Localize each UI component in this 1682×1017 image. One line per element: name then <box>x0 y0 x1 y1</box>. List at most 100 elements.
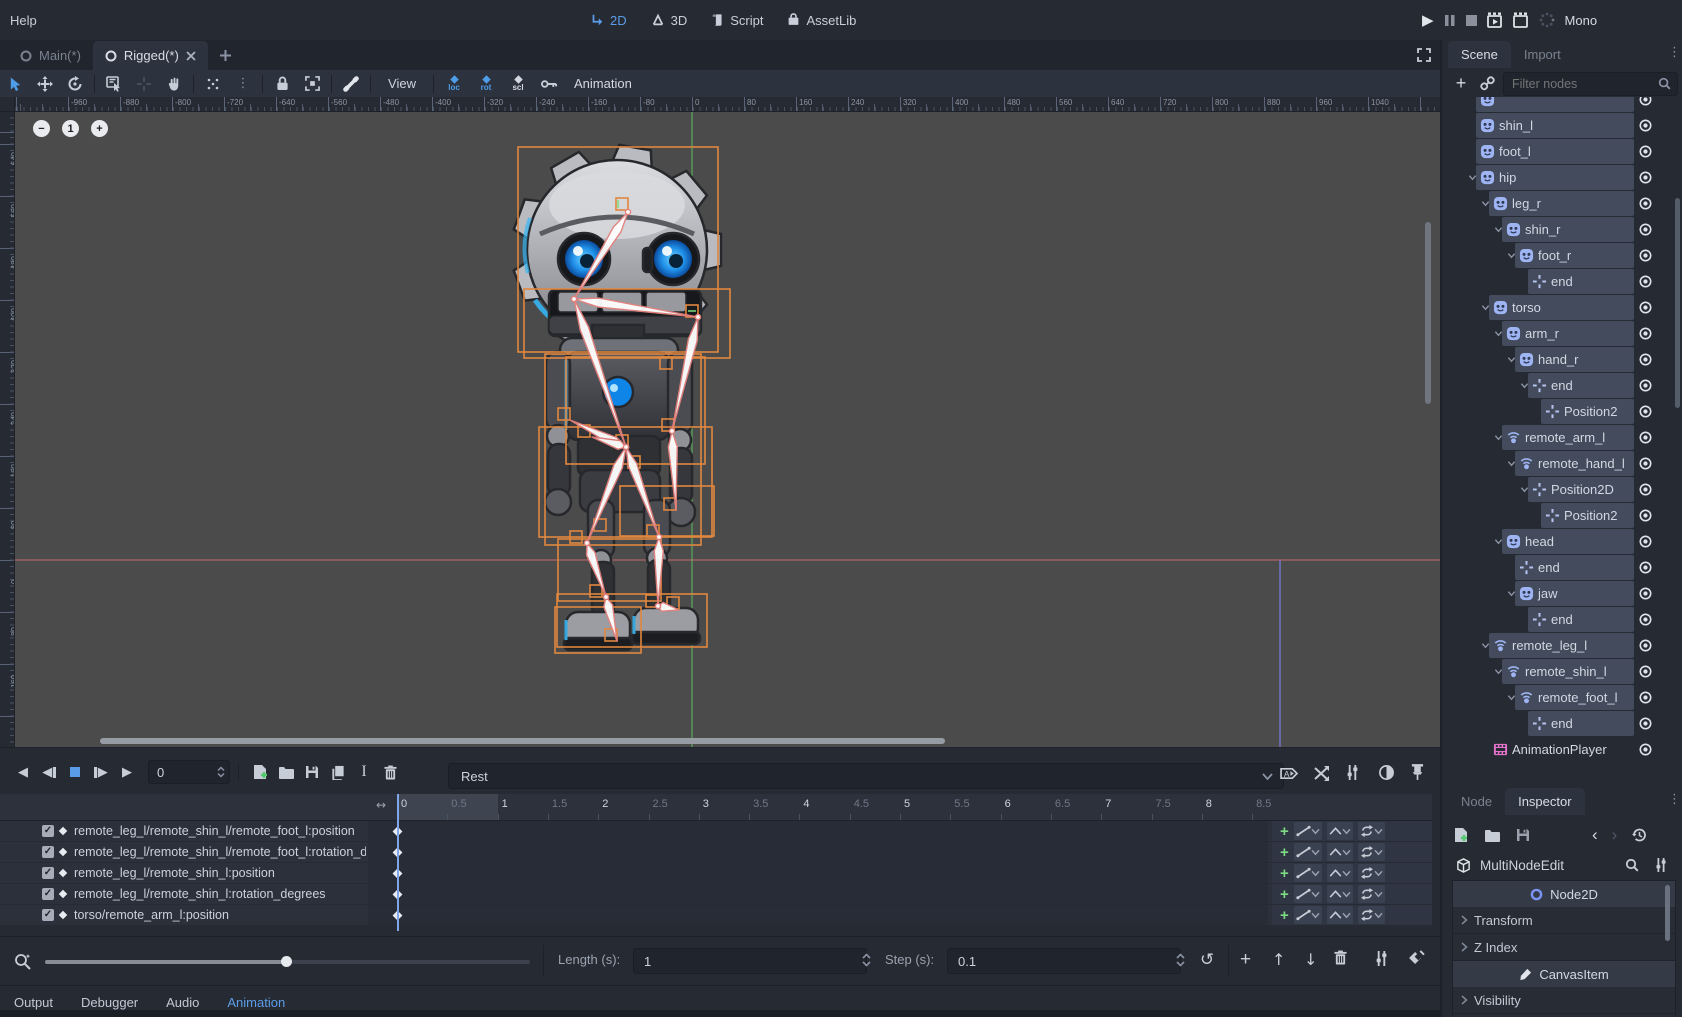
timeline-playhead[interactable] <box>397 794 399 931</box>
expander-icon[interactable] <box>1494 667 1503 676</box>
pin-animation-button[interactable] <box>1411 763 1424 781</box>
tree-node-end[interactable]: end <box>1442 269 1682 294</box>
visibility-eye-icon[interactable] <box>1638 249 1653 262</box>
category-canvasitem[interactable]: CanvasItem <box>1453 961 1675 987</box>
current-frame-spinbox[interactable]: 0 <box>148 760 230 784</box>
animation-tools-button[interactable] <box>1345 764 1360 781</box>
edit-transitions-button[interactable] <box>1313 765 1330 782</box>
animation-track[interactable]: ✓remote_leg_l/remote_shin_l/remote_foot_… <box>0 842 1432 862</box>
filter-nodes-box[interactable] <box>1503 72 1678 96</box>
group-object-button[interactable] <box>297 70 327 97</box>
tree-node-clipped[interactable] <box>1442 97 1682 112</box>
dock-options-icon[interactable]: ⋮ <box>1668 45 1681 60</box>
filter-nodes-input[interactable] <box>1510 76 1624 92</box>
tree-node-Position2[interactable]: Position2 <box>1442 399 1682 424</box>
tab-inspector[interactable]: Inspector <box>1505 788 1584 815</box>
expander-icon[interactable] <box>1468 173 1477 182</box>
rotate-tool-button[interactable] <box>60 70 90 97</box>
expander-icon[interactable] <box>1507 251 1516 260</box>
interpolation-mode-dropdown[interactable] <box>1327 906 1353 924</box>
expander-icon[interactable] <box>1507 589 1516 598</box>
timeline-header[interactable]: ↔ 00.511.522.533.544.555.566.577.588.5 <box>0 794 1432 821</box>
scene-tab-main[interactable]: Main(*) <box>8 41 93 70</box>
rename-animation-button[interactable]: I <box>351 760 377 784</box>
tree-node-end[interactable]: end <box>1442 607 1682 632</box>
select-tool-button[interactable] <box>0 70 30 97</box>
visibility-eye-icon[interactable] <box>1638 561 1653 574</box>
object-history-button[interactable] <box>1631 827 1647 843</box>
loop-mode-dropdown[interactable] <box>1358 885 1385 903</box>
load-resource-button[interactable] <box>1484 829 1500 842</box>
expander-icon[interactable] <box>1507 459 1516 468</box>
duplicate-animation-button[interactable] <box>325 760 351 784</box>
interpolation-mode-dropdown[interactable] <box>1327 885 1353 903</box>
lock-object-button[interactable] <box>267 70 297 97</box>
update-mode-dropdown[interactable] <box>1294 843 1322 861</box>
track-filter-button[interactable] <box>1374 950 1389 967</box>
close-tab-icon[interactable] <box>186 51 196 61</box>
visibility-eye-icon[interactable] <box>1638 145 1653 158</box>
add-track-button[interactable]: + <box>1240 949 1251 971</box>
tree-node-remote_arm_l[interactable]: remote_arm_l <box>1442 425 1682 450</box>
remove-track-button[interactable] <box>1334 950 1347 965</box>
visibility-eye-icon[interactable] <box>1638 483 1653 496</box>
zoom-out-button[interactable]: − <box>33 120 50 137</box>
track-enabled-checkbox[interactable]: ✓ <box>42 888 54 900</box>
interpolation-mode-dropdown[interactable] <box>1327 843 1353 861</box>
play-backwards-from-end-button[interactable]: ◀ <box>36 760 62 784</box>
key-edit-button[interactable] <box>1408 950 1425 966</box>
canvas-hscrollbar[interactable] <box>100 738 945 744</box>
interpolation-mode-dropdown[interactable] <box>1327 822 1353 840</box>
tree-node-remote_leg_l[interactable]: remote_leg_l <box>1442 633 1682 658</box>
autoplay-on-load-button[interactable]: A <box>1280 766 1299 781</box>
snap-options-menu[interactable]: ⋮ <box>228 70 258 97</box>
inspector-scrollbar[interactable] <box>1665 885 1670 941</box>
visibility-eye-icon[interactable] <box>1638 743 1653 756</box>
step-spinner-icon[interactable] <box>1176 953 1185 967</box>
add-key-button[interactable]: + <box>1280 844 1289 861</box>
play-custom-scene-button[interactable] <box>1513 12 1529 28</box>
track-enabled-checkbox[interactable]: ✓ <box>42 909 54 921</box>
visibility-eye-icon[interactable] <box>1638 379 1653 392</box>
list-select-tool-button[interactable] <box>99 70 129 97</box>
visibility-eye-icon[interactable] <box>1638 197 1653 210</box>
tree-node-end[interactable]: end <box>1442 555 1682 580</box>
track-timeline[interactable] <box>368 842 1268 862</box>
inspector-search-icon[interactable] <box>1625 858 1639 872</box>
skeleton-bone-button[interactable] <box>336 70 366 97</box>
help-menu[interactable]: Help <box>0 0 47 40</box>
play-animation-button[interactable]: ▶ <box>114 760 140 784</box>
add-key-button[interactable]: + <box>1280 823 1289 840</box>
visibility-eye-icon[interactable] <box>1638 665 1653 678</box>
view-menu[interactable]: View <box>375 70 429 97</box>
animation-track[interactable]: ✓remote_leg_l/remote_shin_l/remote_foot_… <box>0 821 1432 841</box>
tree-node-end[interactable]: end <box>1442 711 1682 736</box>
tree-node-Position2[interactable]: Position2 <box>1442 503 1682 528</box>
loop-mode-dropdown[interactable] <box>1358 822 1385 840</box>
track-enabled-checkbox[interactable]: ✓ <box>42 825 54 837</box>
instance-scene-button[interactable] <box>1480 76 1495 91</box>
scene-tree-scrollbar[interactable] <box>1675 198 1680 408</box>
section-visibility[interactable]: Visibility <box>1453 987 1675 1014</box>
save-animation-button[interactable] <box>299 760 325 784</box>
new-tab-button[interactable] <box>208 41 243 70</box>
insert-key-button[interactable] <box>534 70 564 97</box>
move-tool-button[interactable] <box>30 70 60 97</box>
play-scene-button[interactable] <box>1487 12 1503 28</box>
visibility-eye-icon[interactable] <box>1638 457 1653 470</box>
mode-2d-button[interactable]: 2D <box>578 0 639 40</box>
tree-node-remote_hand_l[interactable]: remote_hand_l <box>1442 451 1682 476</box>
scene-tab-rigged[interactable]: Rigged(*) <box>93 41 208 70</box>
inspector-tools-icon[interactable] <box>1654 857 1668 873</box>
interpolation-mode-dropdown[interactable] <box>1327 864 1353 882</box>
animation-track[interactable]: ✓remote_leg_l/remote_shin_l:position+ <box>0 863 1432 883</box>
tree-node-remote_foot_l[interactable]: remote_foot_l <box>1442 685 1682 710</box>
tab-import[interactable]: Import <box>1511 41 1574 68</box>
visibility-eye-icon[interactable] <box>1638 301 1653 314</box>
length-spinner-icon[interactable] <box>862 953 871 967</box>
canvas-vscrollbar[interactable] <box>1425 222 1431 404</box>
move-track-up-button[interactable]: ↑ <box>1272 950 1285 969</box>
expander-icon[interactable] <box>1494 537 1503 546</box>
tab-node[interactable]: Node <box>1448 788 1505 815</box>
loop-mode-dropdown[interactable] <box>1358 864 1385 882</box>
